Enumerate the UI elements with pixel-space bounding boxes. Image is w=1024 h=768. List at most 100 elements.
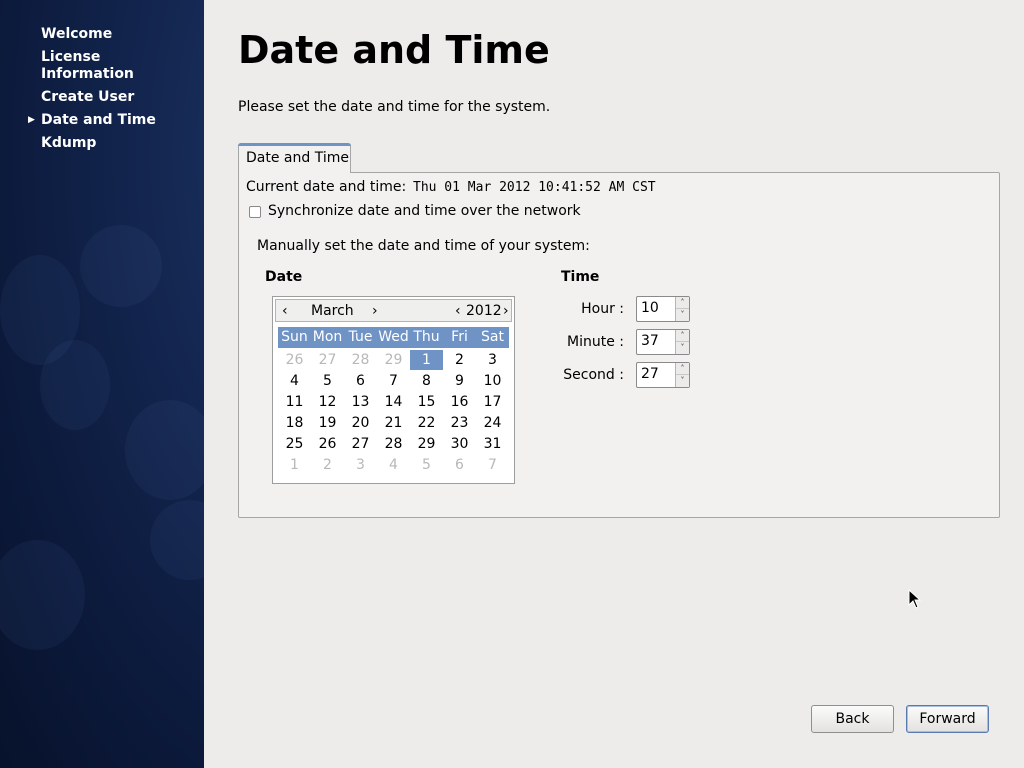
calendar-day[interactable]: 4: [278, 371, 311, 391]
calendar-day[interactable]: 27: [344, 434, 377, 454]
calendar-day[interactable]: 13: [344, 392, 377, 412]
weekday-label: Mon: [312, 329, 343, 345]
time-heading: Time: [561, 269, 600, 285]
decor-bubble: [40, 340, 110, 430]
month-label: March: [311, 303, 354, 319]
sidebar-step-list: Welcome License Information Create User …: [28, 26, 201, 158]
weekday-label: Sun: [281, 329, 308, 345]
date-heading: Date: [265, 269, 303, 285]
calendar-day[interactable]: 23: [443, 413, 476, 433]
increment-hour-icon[interactable]: ˄: [676, 297, 689, 309]
prev-year-button[interactable]: ‹: [455, 303, 461, 319]
calendar-day[interactable]: 29: [377, 350, 410, 370]
calendar-day[interactable]: 25: [278, 434, 311, 454]
decor-bubble: [125, 400, 204, 500]
calendar-day[interactable]: 16: [443, 392, 476, 412]
calendar-day[interactable]: 15: [410, 392, 443, 412]
weekday-label: Thu: [413, 329, 440, 345]
calendar-day[interactable]: 26: [278, 350, 311, 370]
calendar-day[interactable]: 26: [311, 434, 344, 454]
hour-spinner[interactable]: 10 ˄ ˅: [636, 296, 690, 322]
calendar-day[interactable]: 1: [410, 350, 443, 370]
sidebar-item-label: License Information: [41, 49, 134, 82]
arrow-right-icon: ▶: [28, 115, 35, 125]
sync-network-checkbox[interactable]: [249, 206, 261, 218]
calendar-day[interactable]: 24: [476, 413, 509, 433]
forward-button[interactable]: Forward: [906, 705, 989, 733]
calendar-day[interactable]: 7: [476, 455, 509, 475]
current-datetime-label: Current date and time:: [246, 179, 407, 195]
next-year-button[interactable]: ›: [503, 303, 509, 319]
second-value[interactable]: 27: [641, 366, 659, 382]
sidebar-item-license-information: License Information: [41, 49, 151, 83]
calendar-day[interactable]: 12: [311, 392, 344, 412]
minute-value[interactable]: 37: [641, 333, 659, 349]
calendar-day[interactable]: 21: [377, 413, 410, 433]
mouse-pointer-icon: [908, 589, 922, 609]
weekday-label: Wed: [378, 329, 409, 345]
tab-date-and-time[interactable]: Date and Time: [238, 143, 351, 173]
sidebar: Welcome License Information Create User …: [0, 0, 204, 768]
manual-set-label: Manually set the date and time of your s…: [257, 238, 590, 254]
decrement-minute-icon[interactable]: ˅: [676, 342, 689, 354]
decrement-second-icon[interactable]: ˅: [676, 375, 689, 387]
minute-spinner[interactable]: 37 ˄ ˅: [636, 329, 690, 355]
calendar-day[interactable]: 28: [344, 350, 377, 370]
calendar-day[interactable]: 4: [377, 455, 410, 475]
calendar-day[interactable]: 6: [443, 455, 476, 475]
decor-bubble: [150, 500, 204, 580]
page-subtitle: Please set the date and time for the sys…: [238, 99, 551, 115]
calendar-day[interactable]: 22: [410, 413, 443, 433]
second-spinner[interactable]: 27 ˄ ˅: [636, 362, 690, 388]
calendar-day[interactable]: 31: [476, 434, 509, 454]
increment-minute-icon[interactable]: ˄: [676, 330, 689, 342]
calendar-day[interactable]: 2: [311, 455, 344, 475]
calendar-day[interactable]: 5: [410, 455, 443, 475]
decor-bubble: [80, 225, 162, 307]
year-label: 2012: [466, 303, 502, 319]
sidebar-item-create-user: Create User: [41, 89, 201, 106]
calendar-day[interactable]: 3: [476, 350, 509, 370]
weekday-label: Tue: [348, 329, 373, 345]
sidebar-item-label: Create User: [41, 89, 135, 105]
calendar-day[interactable]: 14: [377, 392, 410, 412]
calendar-header: ‹ March › ‹ 2012 ›: [275, 299, 512, 322]
weekday-label: Sat: [481, 329, 504, 345]
sidebar-item-kdump: Kdump: [41, 135, 201, 152]
increment-second-icon[interactable]: ˄: [676, 363, 689, 375]
weekday-label: Fri: [451, 329, 468, 345]
hour-label: Hour :: [581, 301, 624, 317]
page-title: Date and Time: [238, 28, 550, 72]
calendar-day[interactable]: 10: [476, 371, 509, 391]
calendar[interactable]: ‹ March › ‹ 2012 › Sun Mon Tue Wed Thu Fri Sat…: [272, 296, 515, 484]
decrement-hour-icon[interactable]: ˅: [676, 309, 689, 321]
calendar-day[interactable]: 19: [311, 413, 344, 433]
calendar-day[interactable]: 27: [311, 350, 344, 370]
calendar-day[interactable]: 8: [410, 371, 443, 391]
back-button[interactable]: Back: [811, 705, 894, 733]
calendar-day[interactable]: 11: [278, 392, 311, 412]
sidebar-item-label: Date and Time: [41, 112, 156, 128]
calendar-day[interactable]: 28: [377, 434, 410, 454]
calendar-day[interactable]: 2: [443, 350, 476, 370]
calendar-day[interactable]: 9: [443, 371, 476, 391]
sync-network-label[interactable]: Synchronize date and time over the netwo…: [268, 203, 581, 219]
calendar-day[interactable]: 17: [476, 392, 509, 412]
weekday-header: Sun Mon Tue Wed Thu Fri Sat: [278, 327, 509, 348]
second-label: Second :: [563, 367, 624, 383]
sidebar-item-date-and-time: ▶ Date and Time: [28, 112, 201, 129]
calendar-day[interactable]: 1: [278, 455, 311, 475]
sidebar-item-welcome: Welcome: [41, 26, 201, 43]
next-month-button[interactable]: ›: [372, 303, 378, 319]
calendar-day[interactable]: 29: [410, 434, 443, 454]
calendar-day[interactable]: 3: [344, 455, 377, 475]
calendar-day[interactable]: 7: [377, 371, 410, 391]
calendar-day[interactable]: 5: [311, 371, 344, 391]
calendar-day[interactable]: 18: [278, 413, 311, 433]
calendar-day[interactable]: 20: [344, 413, 377, 433]
hour-value[interactable]: 10: [641, 300, 659, 316]
decor-bubble: [0, 540, 85, 650]
calendar-day[interactable]: 6: [344, 371, 377, 391]
calendar-day[interactable]: 30: [443, 434, 476, 454]
prev-month-button[interactable]: ‹: [282, 303, 288, 319]
